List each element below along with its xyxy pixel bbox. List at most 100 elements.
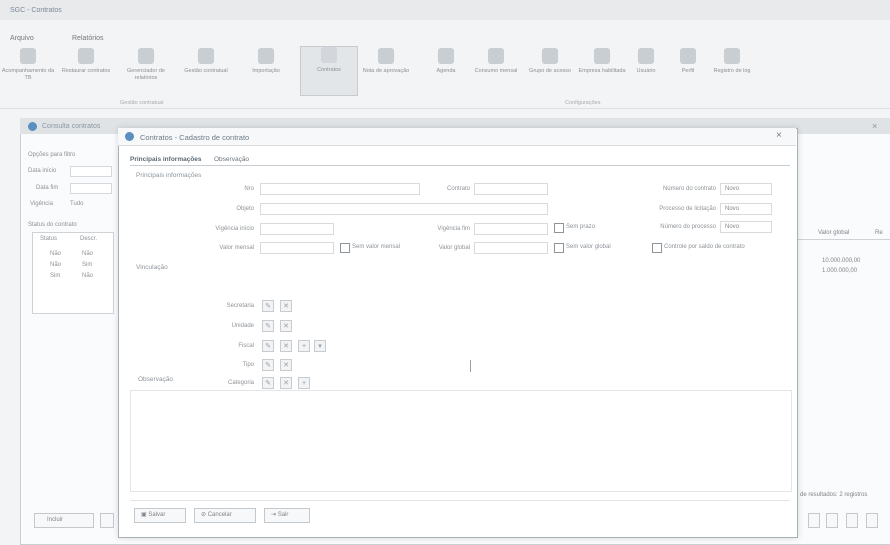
edit-icon[interactable]: ✎ bbox=[262, 359, 274, 371]
menu-item-relatorios[interactable]: Relatórios bbox=[72, 35, 104, 42]
grid-cell: Não bbox=[82, 251, 94, 257]
grid-cell: Não bbox=[50, 262, 62, 268]
sem-valor-mensal-checkbox[interactable] bbox=[340, 243, 350, 253]
app-title: SGC - Contratos bbox=[10, 7, 62, 14]
tab-observacao[interactable]: Observação bbox=[214, 156, 249, 163]
sem-prazo-label: Sem prazo bbox=[566, 224, 596, 230]
label-fiscal: Fiscal bbox=[238, 343, 254, 349]
ribbon-button-8[interactable]: Agenda bbox=[418, 48, 474, 75]
col-valor-global: Valor global bbox=[818, 230, 850, 236]
valor-mensal-input[interactable] bbox=[260, 242, 334, 254]
sem-prazo-checkbox[interactable] bbox=[554, 223, 564, 233]
bg-grid-title: Status do contrato bbox=[28, 222, 77, 228]
ribbon-group-label-2: Configurações bbox=[565, 100, 601, 106]
save-button[interactable]: ▣ Salvar bbox=[134, 508, 186, 523]
title-bar bbox=[0, 0, 890, 20]
bg-validity-label: Vigência bbox=[30, 201, 53, 207]
notes-textarea[interactable] bbox=[130, 390, 792, 492]
contrato-input[interactable] bbox=[474, 183, 548, 195]
controle-saldo-checkbox[interactable] bbox=[652, 243, 662, 253]
clear-icon[interactable]: ✕ bbox=[280, 359, 292, 371]
text-cursor-icon bbox=[470, 360, 477, 372]
processo-input[interactable]: Novo bbox=[720, 203, 772, 215]
add-button[interactable]: Incluir bbox=[34, 513, 94, 528]
chevron-down-icon[interactable]: ▾ bbox=[314, 340, 326, 352]
ribbon-button-5[interactable]: Importação bbox=[238, 48, 294, 75]
ribbon-button-1[interactable]: Acompanhamento da TB bbox=[0, 48, 56, 82]
bg-extra-button[interactable] bbox=[100, 513, 114, 528]
tab-underline bbox=[130, 165, 790, 166]
edit-icon[interactable]: ✎ bbox=[262, 300, 274, 312]
numero-processo-input[interactable]: Novo bbox=[720, 221, 772, 233]
cancel-button[interactable]: ⊘ Cancelar bbox=[194, 508, 256, 523]
close-icon[interactable]: × bbox=[872, 121, 877, 131]
ribbon-button-contratos[interactable]: Contratos bbox=[300, 46, 358, 96]
save-button-label: Salvar bbox=[148, 512, 166, 518]
clear-icon[interactable]: ✕ bbox=[280, 340, 292, 352]
section-notes-label: Observação bbox=[138, 376, 174, 383]
add-icon[interactable]: + bbox=[298, 340, 310, 352]
chart-icon bbox=[488, 48, 504, 64]
bg-date-end-label: Data fim bbox=[36, 185, 59, 191]
valor-global-input[interactable] bbox=[474, 242, 548, 254]
contract-icon bbox=[321, 47, 337, 63]
clear-icon[interactable]: ✕ bbox=[280, 300, 292, 312]
grid-cell: Sim bbox=[50, 273, 61, 279]
objeto-input[interactable] bbox=[260, 203, 548, 215]
exit-icon: ⇥ bbox=[271, 512, 278, 518]
label-objeto: Objeto bbox=[236, 206, 254, 212]
nav-first-button[interactable] bbox=[808, 513, 820, 528]
user-icon bbox=[638, 48, 654, 64]
modal-title: Contratos - Cadastro de contrato bbox=[140, 133, 250, 142]
ribbon-button-4[interactable]: Gestão contratual bbox=[178, 48, 234, 75]
vigencia-fim-input[interactable] bbox=[474, 223, 548, 235]
ribbon-button-9[interactable]: Consumo mensal bbox=[468, 48, 524, 75]
tab-principais[interactable]: Principais informações bbox=[130, 156, 202, 163]
result-value: 1.000.000,00 bbox=[822, 268, 858, 274]
status-grid[interactable] bbox=[32, 232, 114, 314]
bg-validity-value[interactable]: Tudo bbox=[70, 201, 83, 207]
label-secretaria: Secretaria bbox=[226, 303, 254, 309]
edit-icon[interactable]: ✎ bbox=[262, 340, 274, 352]
nav-prev-button[interactable] bbox=[826, 513, 838, 528]
menu-item-arquivo[interactable]: Arquivo bbox=[10, 35, 34, 42]
result-value: 10.000.000,00 bbox=[822, 258, 861, 264]
grid-header-status: Status bbox=[40, 236, 58, 242]
vigencia-inicio-input[interactable] bbox=[260, 223, 334, 235]
nav-next-button[interactable] bbox=[846, 513, 858, 528]
label-vigencia-fim: Vigência fim bbox=[437, 226, 470, 232]
numero-contrato-input[interactable]: Novo bbox=[720, 183, 772, 195]
ribbon-button-3[interactable]: Gerenciador de relatórios bbox=[118, 48, 174, 82]
edit-icon[interactable]: ✎ bbox=[262, 377, 274, 389]
edit-icon[interactable]: ✎ bbox=[262, 320, 274, 332]
clear-icon[interactable]: ✕ bbox=[280, 377, 292, 389]
add-button-label: Incluir bbox=[47, 517, 64, 523]
add-icon[interactable]: + bbox=[298, 377, 310, 389]
bg-date-start-label: Data início bbox=[28, 168, 57, 174]
close-icon[interactable]: × bbox=[776, 130, 782, 141]
ribbon-button-2[interactable]: Restaurar contratos bbox=[58, 48, 114, 75]
grid-header-descr: Descr. bbox=[80, 236, 98, 242]
grid-cell: Não bbox=[82, 273, 94, 279]
company-icon bbox=[594, 48, 610, 64]
label-vigencia-inicio: Vigência início bbox=[215, 226, 254, 232]
sem-valor-global-checkbox[interactable] bbox=[554, 243, 564, 253]
report-icon bbox=[138, 48, 154, 64]
label-contrato: Contrato bbox=[446, 186, 470, 192]
label-processo: Processo de licitação bbox=[659, 206, 716, 212]
date-start-input[interactable] bbox=[70, 166, 112, 177]
ribbon-button-14[interactable]: Registro de log bbox=[704, 48, 760, 75]
group-icon bbox=[542, 48, 558, 64]
doc-icon bbox=[78, 48, 94, 64]
profile-icon bbox=[680, 48, 696, 64]
exit-button-label: Sair bbox=[277, 512, 289, 518]
ribbon-button-7[interactable]: Nota de aprovação bbox=[358, 48, 414, 75]
grid-cell: Sim bbox=[82, 262, 93, 268]
nav-last-button[interactable] bbox=[866, 513, 878, 528]
exit-button[interactable]: ⇥ Sair bbox=[264, 508, 310, 523]
clear-icon[interactable]: ✕ bbox=[280, 320, 292, 332]
date-end-input[interactable] bbox=[70, 183, 112, 194]
app-icon bbox=[28, 122, 37, 131]
ribbon-button-10[interactable]: Grupo de acesso bbox=[522, 48, 578, 75]
cancel-button-label: Cancelar bbox=[207, 512, 232, 518]
